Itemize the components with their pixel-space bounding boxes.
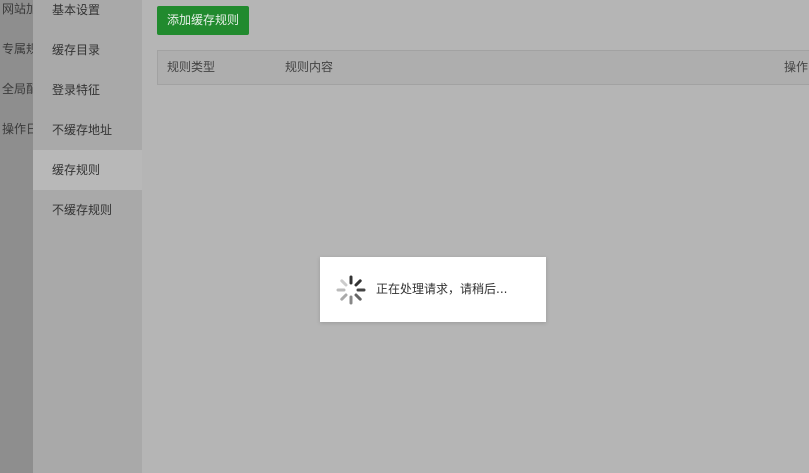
add-cache-rule-button[interactable]: 添加缓存规则	[157, 6, 250, 35]
main-content: 添加缓存规则 规则类型 规则内容 操作	[142, 0, 809, 473]
outer-nav-item-log[interactable]: 操作日	[2, 120, 33, 137]
column-rule-content: 规则内容	[285, 60, 334, 74]
column-actions: 操作	[784, 60, 809, 74]
sidebar-item-cache-directory[interactable]: 缓存目录	[33, 30, 142, 70]
outer-nav: 网站加 专属规 全局配 操作日	[0, 0, 33, 473]
settings-sidebar: 基本设置 缓存目录 登录特征 不缓存地址 缓存规则 不缓存规则	[33, 0, 142, 473]
sidebar-item-no-cache-url[interactable]: 不缓存地址	[33, 110, 142, 150]
rules-table-header: 规则类型 规则内容 操作	[157, 50, 809, 85]
sidebar-item-basic-settings[interactable]: 基本设置	[33, 0, 142, 30]
loading-message: 正在处理请求，请稍后...	[376, 282, 508, 296]
sidebar-item-no-cache-rules[interactable]: 不缓存规则	[33, 190, 142, 230]
app-window: 网站加 专属规 全局配 操作日 基本设置 缓存目录 登录特征 不缓存地址 缓存规…	[0, 0, 809, 473]
outer-nav-item-exclusive[interactable]: 专属规	[2, 40, 33, 57]
sidebar-item-login-feature[interactable]: 登录特征	[33, 70, 142, 110]
sidebar-item-cache-rules[interactable]: 缓存规则	[33, 150, 142, 190]
column-rule-type: 规则类型	[167, 60, 216, 74]
outer-nav-item-site[interactable]: 网站加	[2, 0, 33, 17]
outer-nav-item-global[interactable]: 全局配	[2, 80, 33, 97]
loading-spinner-icon	[336, 275, 366, 305]
loading-dialog: 正在处理请求，请稍后...	[320, 257, 546, 322]
